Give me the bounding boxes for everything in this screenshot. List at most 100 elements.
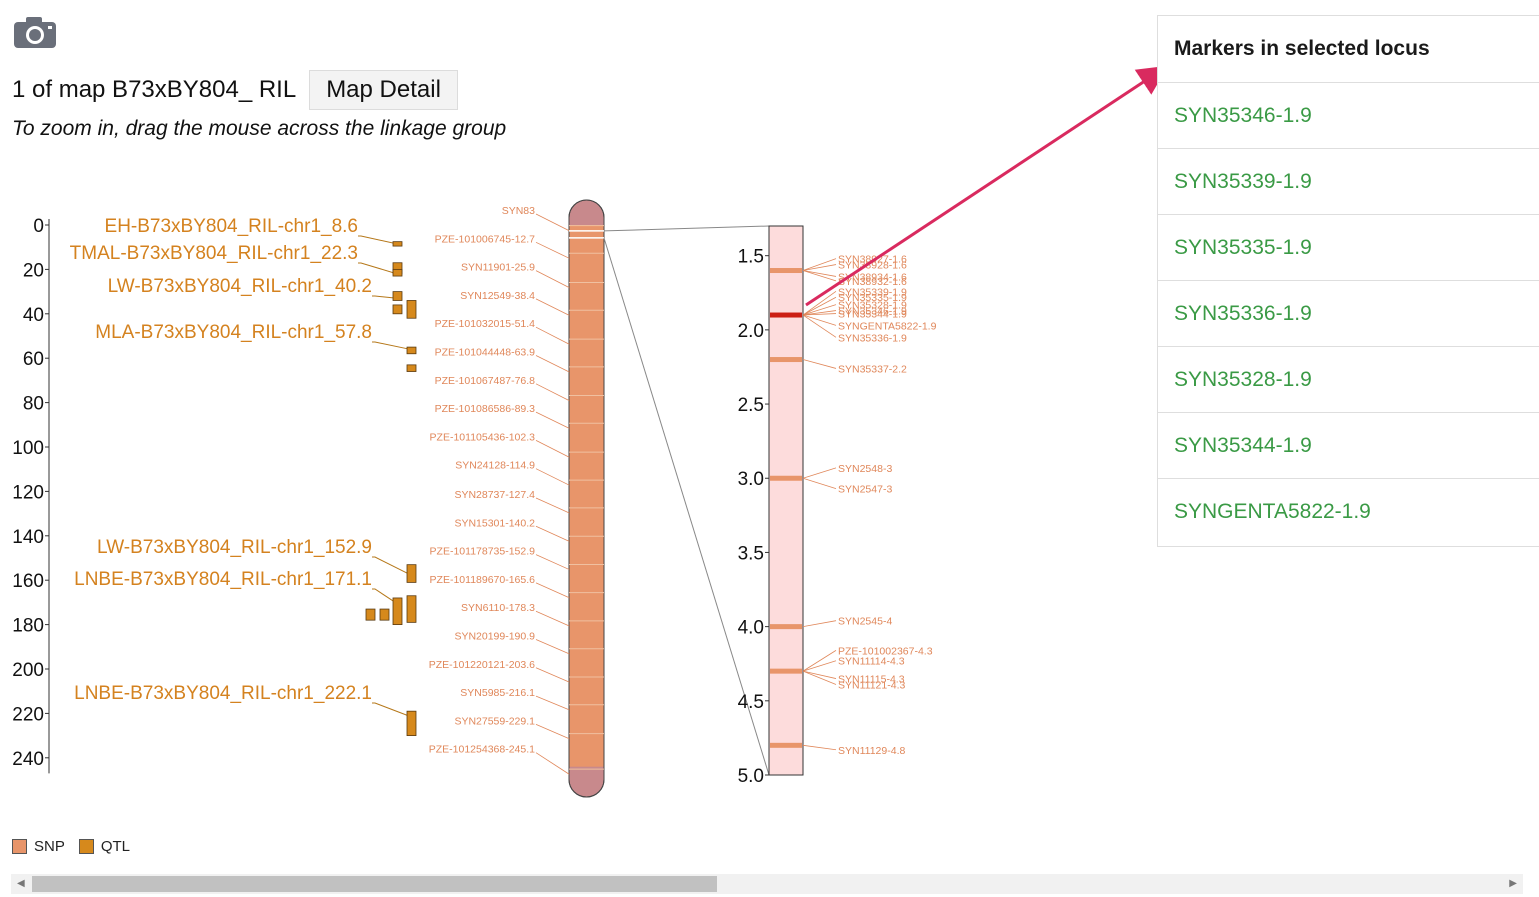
marker-label: PZE-101044448-63.9 [435, 347, 536, 359]
marker-label: PZE-101006745-12.7 [435, 233, 536, 245]
zoom-marker-label: SYN2547-3 [838, 484, 892, 496]
qtl-bar [392, 241, 403, 247]
marker-leader [535, 241, 570, 259]
zoom-marker-band [770, 742, 802, 748]
zoom-marker-leader [802, 359, 837, 369]
zoom-marker-label: SYN11121-4.3 [838, 679, 905, 691]
marker-list: SYN35346-1.9 SYN35339-1.9 SYN35335-1.9 S… [1158, 83, 1539, 544]
zoom-marker-leader [802, 650, 837, 672]
marker-label: SYN5985-216.1 [460, 687, 535, 699]
zoom-axis-tick-label: 1.5 [738, 247, 764, 268]
marker-leader [535, 355, 570, 373]
marker-leader [535, 326, 570, 345]
chevron-left-icon[interactable]: ◀ [17, 877, 25, 891]
marker-label: PZE-101189670-165.6 [430, 574, 536, 586]
selected-locus-band [770, 312, 802, 318]
zoom-axis-tick-label: 4.5 [738, 692, 764, 713]
zoom-marker-label: SYN35336-1.9 [838, 332, 907, 344]
marker-link[interactable]: SYN35344-1.9 [1158, 413, 1539, 479]
marker-label: PZE-101086586-89.3 [435, 403, 536, 415]
legend-item-snp: SNP [12, 838, 65, 855]
marker-leader [535, 554, 570, 570]
marker-label: PZE-101032015-51.4 [435, 318, 536, 330]
axis-tick-label: 240 [12, 749, 44, 770]
zoom-marker-label: SYNGENTA5822-1.9 [838, 320, 937, 332]
qtl-label-leader [372, 702, 409, 717]
axis-tick-label: 40 [23, 305, 44, 326]
zoom-marker-leader [802, 258, 837, 271]
marker-label: SYN27559-229.1 [454, 715, 535, 727]
marker-link[interactable]: SYN35346-1.9 [1158, 83, 1539, 149]
qtl-bar [392, 597, 403, 626]
overview-axis: 0 20 40 60 80 100 120 140 160 180 200 220 240 [12, 216, 50, 774]
zoom-marker-leader [802, 477, 837, 490]
zoom-axis-tick-label: 3.5 [738, 543, 764, 564]
qtl-label: TMAL-B73xBY804_RIL-chr1_22.3 [70, 243, 358, 264]
marker-leader [535, 724, 570, 739]
scrollbar-thumb[interactable] [32, 876, 717, 892]
selected-locus-panel: Markers in selected locus SYN35346-1.9 S… [1157, 15, 1539, 547]
axis-tick-label: 0 [33, 216, 44, 237]
marker-leader [535, 639, 570, 655]
zoom-axis: 1.5 2.0 2.5 3.0 3.5 4.0 4.5 5.0 [738, 247, 769, 787]
marker-leader [535, 667, 570, 683]
zoom-marker-label: SYN38928-1.6 [838, 260, 907, 272]
qtl-labels: EH-B73xBY804_RIL-chr1_8.6 TMAL-B73xBY804_… [70, 216, 411, 717]
zoom-marker-leader [802, 314, 837, 326]
zoom-axis-tick-label: 4.0 [738, 618, 764, 639]
qtl-bar [365, 608, 376, 621]
marker-leader [535, 270, 570, 288]
axis-tick-label: 140 [12, 527, 44, 548]
zoom-marker-leader [802, 264, 837, 271]
qtl-bar [392, 291, 403, 301]
qtl-label: LW-B73xBY804_RIL-chr1_152.9 [97, 537, 372, 558]
qtl-bar [406, 346, 417, 355]
qtl-bar [406, 710, 417, 736]
zoom-axis-tick-label: 2.0 [738, 321, 764, 342]
zoom-axis-tick-label: 3.0 [738, 469, 764, 490]
zoom-marker-band [770, 268, 802, 274]
marker-leader [535, 411, 570, 429]
qtl-bar [406, 300, 417, 319]
linkage-map-chart[interactable]: 0 20 40 60 80 100 120 140 160 180 200 220 240 EH-B73… [0, 0, 1150, 830]
chromosome-body [569, 225, 604, 767]
marker-leader [535, 468, 570, 486]
qtl-label: LNBE-B73xBY804_RIL-chr1_222.1 [74, 683, 372, 704]
qtl-bar [392, 304, 403, 315]
zoom-axis-tick-label: 5.0 [738, 766, 764, 787]
marker-label: SYN11901-25.9 [461, 262, 535, 274]
marker-leader [535, 497, 570, 514]
zoom-marker-leader [802, 660, 837, 672]
axis-tick-label: 220 [12, 704, 44, 725]
overview-chromosome [568, 199, 605, 798]
qtl-bar [406, 364, 417, 372]
horizontal-scrollbar[interactable]: ◀ ▶ [11, 874, 1523, 894]
axis-tick-label: 80 [23, 394, 44, 415]
zoom-marker-leader [802, 467, 837, 479]
marker-label: SYN15301-140.2 [454, 517, 535, 529]
marker-link[interactable]: SYN35339-1.9 [1158, 149, 1539, 215]
zoom-marker-band [770, 668, 802, 674]
zoom-marker-label: SYN35337-2.2 [838, 363, 907, 375]
marker-leader [535, 695, 570, 711]
qtl-label: MLA-B73xBY804_RIL-chr1_57.8 [95, 322, 372, 343]
zoom-marker-band [770, 357, 802, 363]
chevron-right-icon[interactable]: ▶ [1509, 877, 1517, 891]
axis-tick-label: 100 [12, 438, 44, 459]
marker-link[interactable]: SYN35328-1.9 [1158, 347, 1539, 413]
marker-leader [535, 213, 570, 232]
zoom-chromosome-body [768, 225, 804, 776]
marker-link[interactable]: SYN35335-1.9 [1158, 215, 1539, 281]
qtl-label-leader [372, 556, 409, 574]
marker-leader [535, 610, 570, 627]
axis-tick-label: 180 [12, 616, 44, 637]
marker-label: PZE-101067487-76.8 [435, 375, 536, 387]
marker-link[interactable]: SYNGENTA5822-1.9 [1158, 479, 1539, 544]
zoom-connector-top [603, 225, 770, 232]
qtl-bars [365, 241, 417, 736]
marker-link[interactable]: SYN35336-1.9 [1158, 281, 1539, 347]
axis-tick-label: 60 [23, 349, 44, 370]
legend-swatch-qtl [78, 839, 94, 854]
zoom-marker-band [770, 475, 802, 481]
marker-label: PZE-101105436-102.3 [430, 431, 536, 443]
